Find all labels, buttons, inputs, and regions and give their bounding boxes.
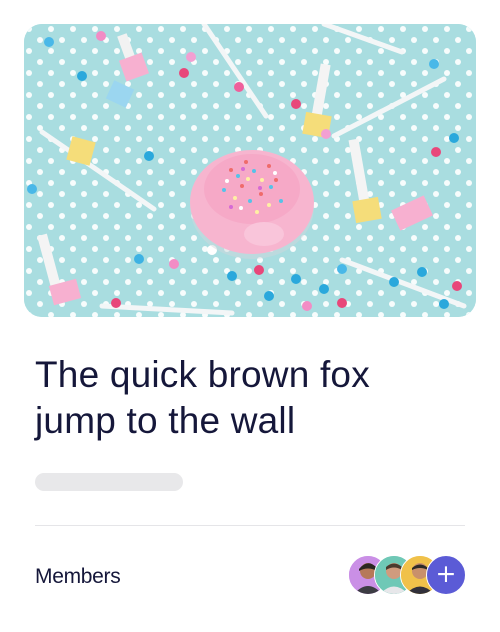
title-line-2: jump to the wall	[35, 400, 296, 441]
post-card: The quick brown fox jump to the wall Mem…	[0, 0, 500, 632]
placeholder-bar	[35, 473, 183, 491]
add-member-button[interactable]: +	[426, 555, 466, 595]
party-image	[24, 24, 476, 317]
donut-icon	[190, 150, 314, 259]
members-label: Members	[35, 565, 121, 588]
title-line-1: The quick brown fox	[35, 354, 370, 395]
plus-icon: +	[435, 559, 457, 588]
card-title: The quick brown fox jump to the wall	[35, 352, 455, 444]
members-avatar-group: +	[348, 555, 466, 595]
divider	[35, 525, 465, 526]
party-photo-illustration	[24, 24, 476, 317]
